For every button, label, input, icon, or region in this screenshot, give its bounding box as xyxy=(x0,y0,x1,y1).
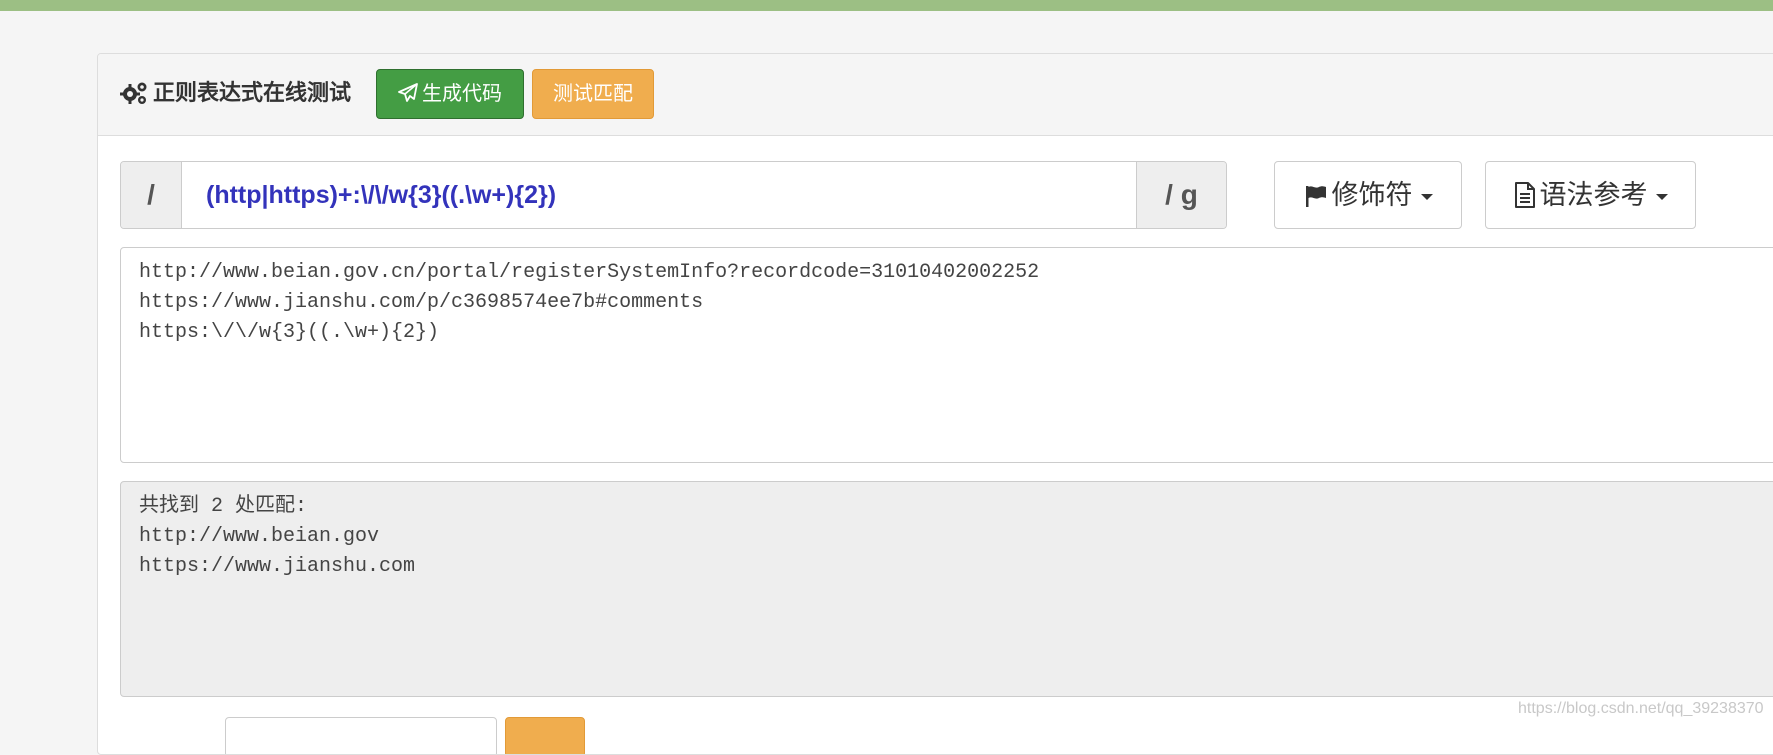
regex-input-group: / / g xyxy=(120,161,1227,229)
chevron-down-icon xyxy=(1655,194,1668,200)
replace-button[interactable] xyxy=(505,717,585,754)
replace-input[interactable] xyxy=(225,717,497,754)
flag-icon xyxy=(1305,186,1326,207)
regex-flags: / g xyxy=(1136,162,1226,228)
chevron-down-icon xyxy=(1420,194,1433,200)
test-match-button[interactable]: 测试匹配 xyxy=(532,69,654,119)
file-text-icon xyxy=(1514,182,1535,208)
test-match-label: 测试匹配 xyxy=(553,83,633,105)
regex-tester-panel: 正则表达式在线测试 生成代码 测试匹配 / / g 修饰符 语法参考 xyxy=(97,53,1773,755)
gears-icon xyxy=(120,82,147,104)
modifier-label: 修饰符 xyxy=(1331,180,1413,210)
generate-code-button[interactable]: 生成代码 xyxy=(376,69,524,119)
source-text-area[interactable]: http://www.beian.gov.cn/portal/registerS… xyxy=(120,247,1773,463)
syntax-reference-dropdown-button[interactable]: 语法参考 xyxy=(1485,161,1696,229)
regex-prefix: / xyxy=(121,162,182,228)
watermark: https://blog.csdn.net/qq_39238370 xyxy=(1518,700,1764,717)
paper-plane-icon xyxy=(398,83,418,102)
top-accent-bar xyxy=(0,0,1773,11)
modifier-dropdown-button[interactable]: 修饰符 xyxy=(1274,161,1462,229)
syntax-reference-label: 语法参考 xyxy=(1539,180,1648,210)
panel-heading: 正则表达式在线测试 生成代码 测试匹配 xyxy=(98,54,1773,136)
match-result-area: 共找到 2 处匹配: http://www.beian.gov https://… xyxy=(120,481,1773,697)
regex-input[interactable] xyxy=(182,162,1136,228)
generate-code-label: 生成代码 xyxy=(422,83,502,105)
page-title: 正则表达式在线测试 xyxy=(153,80,352,105)
